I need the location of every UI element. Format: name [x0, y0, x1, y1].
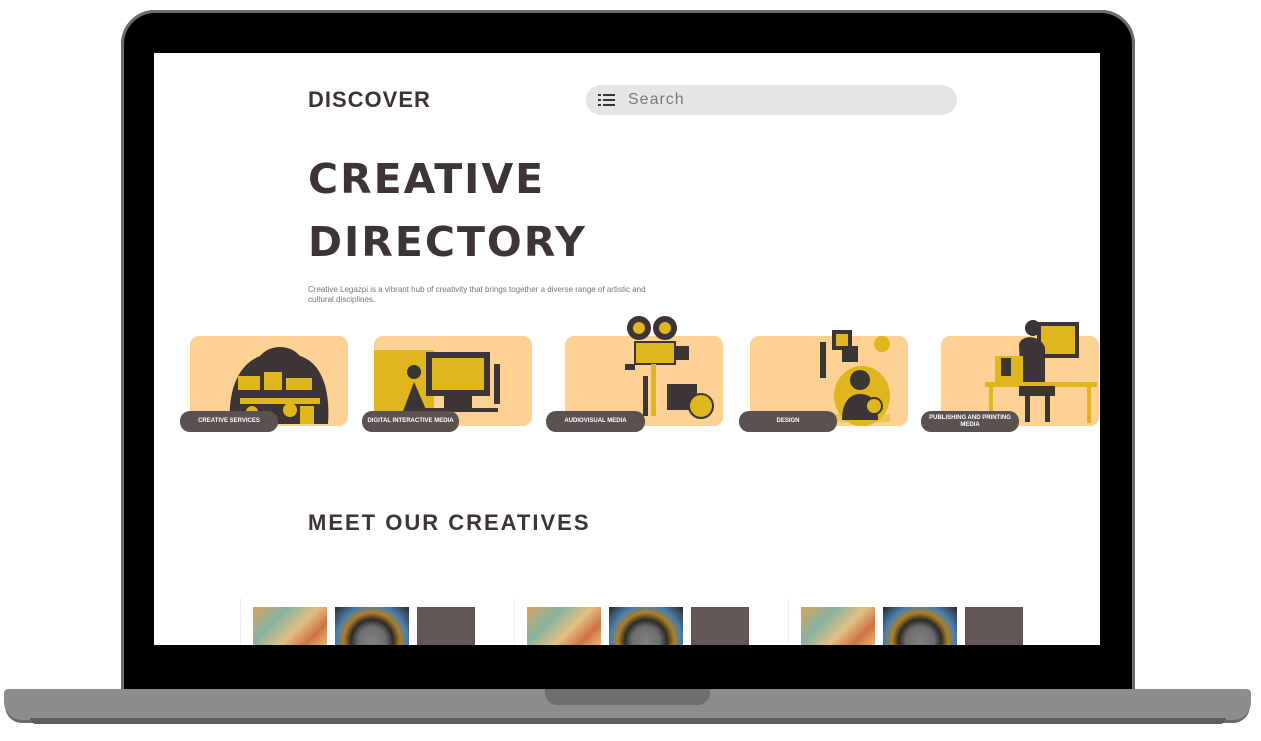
- category-label-digital-interactive-media[interactable]: DIGITAL INTERACTIVE MEDIA: [362, 411, 459, 432]
- creative-thumbnail-portrait[interactable]: [883, 607, 957, 645]
- section-title-meet-our-creatives: MEET OUR CREATIVES: [308, 510, 591, 535]
- creative-card[interactable]: [240, 598, 486, 645]
- creative-thumbnail-painting[interactable]: [527, 607, 601, 645]
- laptop-base-shadow: [30, 718, 1226, 724]
- creative-thumbnail-portrait[interactable]: [609, 607, 683, 645]
- hero-description: Creative Legazpi is a vibrant hub of cre…: [308, 285, 646, 304]
- creative-thumbnail-portrait[interactable]: [335, 607, 409, 645]
- creative-thumbnail-placeholder[interactable]: [965, 607, 1023, 645]
- creative-thumbnail-painting[interactable]: [801, 607, 875, 645]
- creative-thumbnail-painting[interactable]: [253, 607, 327, 645]
- brand-logo[interactable]: DISCOVER: [308, 87, 431, 113]
- creative-card[interactable]: [514, 598, 760, 645]
- creative-card[interactable]: [788, 598, 1034, 645]
- creative-thumbnail-placeholder[interactable]: [691, 607, 749, 645]
- search-input[interactable]: [628, 85, 928, 115]
- category-label-publishing-printing-media[interactable]: PUBLISHING AND PRINTING MEDIA: [921, 411, 1019, 432]
- category-label-creative-services[interactable]: CREATIVE SERVICES: [180, 411, 278, 432]
- category-label-design[interactable]: DESIGN: [739, 411, 837, 432]
- laptop-screen: DISCOVER CREATIVE DIRECTORY Creative Leg…: [154, 53, 1100, 645]
- hero-title-line2: DIRECTORY: [308, 218, 587, 266]
- menu-icon[interactable]: [598, 94, 615, 106]
- hero-title-line1: CREATIVE: [308, 155, 546, 203]
- search-bar[interactable]: [586, 85, 957, 115]
- creative-thumbnail-placeholder[interactable]: [417, 607, 475, 645]
- laptop-notch: [545, 689, 710, 705]
- category-label-audiovisual-media[interactable]: AUDIOVISUAL MEDIA: [546, 411, 645, 432]
